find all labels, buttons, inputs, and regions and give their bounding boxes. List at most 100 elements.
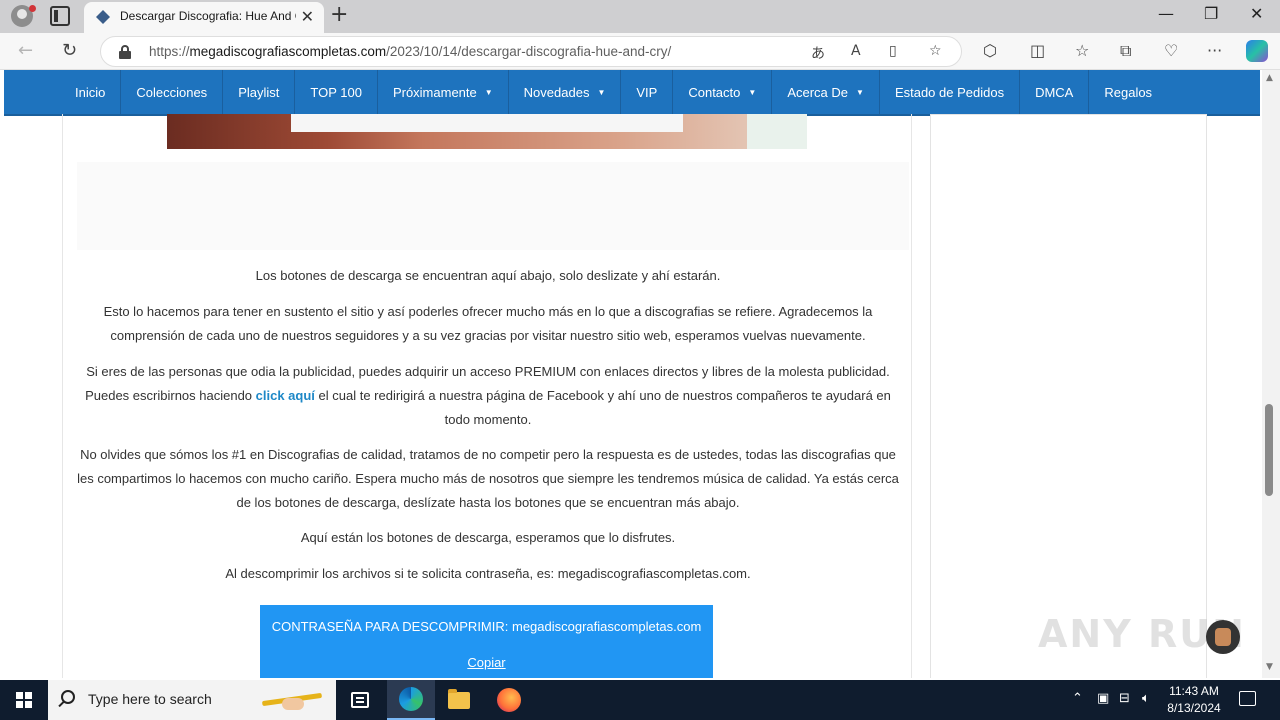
url-prefix: https:// xyxy=(149,44,190,59)
caret-down-icon: ▼ xyxy=(856,87,864,97)
nav-label: VIP xyxy=(636,84,658,100)
volume-icon[interactable]: 🔈︎ xyxy=(1142,691,1150,706)
nav-item-estado-pedidos[interactable]: Estado de Pedidos xyxy=(880,70,1021,114)
copilot-icon[interactable] xyxy=(1246,40,1268,62)
network-icon[interactable]: ⊟ xyxy=(1119,691,1130,706)
browser-tabstrip: Descargar Discografia: Hue And Cry ✕ + —… xyxy=(0,0,1280,33)
paragraph-premium: Si eres de las personas que odia la publ… xyxy=(73,360,903,432)
taskbar-edge[interactable] xyxy=(387,680,435,720)
start-windows-icon[interactable] xyxy=(16,692,32,708)
collections-icon[interactable]: ⧉ xyxy=(1120,41,1131,61)
scroll-down-icon[interactable]: ▼ xyxy=(1266,662,1273,672)
paragraph-download-here: Aquí están los botones de descarga, espe… xyxy=(300,530,676,545)
favorites-icon[interactable]: ☆ xyxy=(1075,41,1089,60)
page-scrollbar[interactable]: ▲ ▼ xyxy=(1262,70,1280,678)
nav-label: TOP 100 xyxy=(310,84,362,100)
profile-notification-dot xyxy=(29,5,36,12)
caret-down-icon: ▼ xyxy=(748,87,757,97)
url-text[interactable]: https://megadiscografiascompletas.com/20… xyxy=(149,44,671,59)
windows-taskbar: Type here to search ⌃ ▣ ⊟ 🔈︎ 11:43 AM 8/… xyxy=(0,680,1280,720)
paragraph-intro: Los botones de descarga se encuentran aq… xyxy=(255,268,721,283)
address-bar[interactable]: https://megadiscografiascompletas.com/20… xyxy=(100,36,962,67)
nav-item-regalos[interactable]: Regalos xyxy=(1089,70,1167,114)
lock-icon[interactable] xyxy=(119,45,131,59)
nav-label: Playlist xyxy=(238,84,280,100)
nav-item-dmca[interactable]: DMCA xyxy=(1020,70,1090,114)
caret-down-icon: ▼ xyxy=(484,87,493,97)
firefox-icon xyxy=(497,688,521,712)
browser-essentials-icon[interactable]: ♡ xyxy=(1164,41,1178,60)
search-icon xyxy=(61,690,75,704)
back-arrow-icon[interactable]: ← xyxy=(18,40,33,61)
reload-icon[interactable]: ↻ xyxy=(62,40,77,61)
nav-item-acerca-de[interactable]: Acerca De ▼ xyxy=(772,70,880,114)
cover-edge xyxy=(747,114,807,149)
nav-item-inicio[interactable]: Inicio xyxy=(60,70,122,114)
more-options-icon[interactable]: ··· xyxy=(1207,41,1222,60)
task-view-icon xyxy=(351,692,369,708)
click-here-link[interactable]: click aquí xyxy=(256,388,315,403)
new-tab-icon[interactable]: + xyxy=(330,2,348,27)
taskbar-search[interactable]: Type here to search xyxy=(48,680,336,720)
scroll-up-icon[interactable]: ▲ xyxy=(1266,73,1273,83)
copy-password-link[interactable]: Copiar xyxy=(260,655,713,670)
nav-item-contacto[interactable]: Contacto ▼ xyxy=(673,70,773,114)
url-host: megadiscografiascompletas.com xyxy=(189,44,387,59)
extensions-icon[interactable]: ⬡ xyxy=(983,41,997,60)
url-path: /2023/10/14/descargar-discografia-hue-an… xyxy=(386,44,672,59)
tab-close-icon[interactable]: ✕ xyxy=(301,7,314,26)
search-placeholder: Type here to search xyxy=(88,691,212,707)
sidebar-widget xyxy=(930,114,1207,678)
immersive-reader-icon[interactable]: ▯ xyxy=(889,43,897,59)
password-box: CONTRASEÑA PARA DESCOMPRIMIR: megadiscog… xyxy=(260,605,713,678)
nav-label: DMCA xyxy=(1035,84,1074,100)
favorite-star-icon[interactable]: ☆ xyxy=(929,43,942,59)
album-cover-image xyxy=(167,114,807,149)
translate-icon[interactable]: あ xyxy=(811,43,825,63)
cover-title-banner xyxy=(291,114,683,132)
split-screen-icon[interactable]: ◫ xyxy=(1030,41,1045,60)
tab-title: Descargar Discografia: Hue And Cry xyxy=(120,9,296,23)
tray-device-icon[interactable]: ▣ xyxy=(1097,691,1109,706)
scroll-thumb[interactable] xyxy=(1265,404,1273,496)
anyrun-badge-icon xyxy=(1206,620,1240,654)
tray-chevron-icon[interactable]: ⌃ xyxy=(1072,691,1083,706)
clock-time: 11:43 AM xyxy=(1169,684,1219,698)
nav-label: Contacto xyxy=(688,84,741,100)
window-close-icon[interactable]: ✕ xyxy=(1250,4,1263,23)
browser-toolbar: ← ↻ https://megadiscografiascompletas.co… xyxy=(0,33,1280,70)
read-aloud-icon[interactable]: A xyxy=(851,43,861,59)
page-viewport: Inicio Colecciones Playlist TOP 100 Próx… xyxy=(0,70,1262,678)
clock-date: 8/13/2024 xyxy=(1167,701,1221,715)
nav-item-colecciones[interactable]: Colecciones xyxy=(121,70,224,114)
minimize-icon[interactable]: — xyxy=(1158,4,1174,23)
task-view-button[interactable] xyxy=(336,680,384,720)
nav-label: Estado de Pedidos xyxy=(894,84,1005,100)
nav-item-vip[interactable]: VIP xyxy=(621,70,674,114)
search-highlight-icon xyxy=(258,688,328,712)
ad-placeholder xyxy=(77,162,909,250)
premium-text-end: el cual te redirigirá a nuestra página d… xyxy=(314,388,891,427)
nav-item-novedades[interactable]: Novedades ▼ xyxy=(509,70,622,114)
nav-item-top100[interactable]: TOP 100 xyxy=(295,70,378,114)
tab-actions-icon[interactable] xyxy=(50,6,70,26)
paragraph-support: Esto lo hacemos para tener en sustento e… xyxy=(103,304,873,343)
nav-label: Colecciones xyxy=(136,84,208,100)
site-navigation: Inicio Colecciones Playlist TOP 100 Próx… xyxy=(4,70,1260,114)
article-content: Los botones de descarga se encuentran aq… xyxy=(62,114,912,678)
notifications-icon[interactable] xyxy=(1239,691,1256,706)
folder-icon xyxy=(448,688,470,709)
taskbar-clock[interactable]: 11:43 AM 8/13/2024 xyxy=(1160,683,1228,717)
taskbar-file-explorer[interactable] xyxy=(435,680,483,720)
paragraph-password-info: Al descomprimir los archivos si te solic… xyxy=(225,566,751,581)
nav-item-proximamente[interactable]: Próximamente ▼ xyxy=(378,70,509,114)
nav-label: Próximamente xyxy=(392,84,477,100)
nav-label: Acerca De xyxy=(787,84,849,100)
taskbar-firefox[interactable] xyxy=(485,680,533,720)
restore-icon[interactable]: ❐ xyxy=(1204,4,1218,23)
nav-label: Novedades xyxy=(523,84,590,100)
browser-tab-active[interactable]: Descargar Discografia: Hue And Cry ✕ xyxy=(84,2,324,33)
nav-item-playlist[interactable]: Playlist xyxy=(223,70,296,114)
nav-label: Regalos xyxy=(1104,84,1153,100)
nav-label: Inicio xyxy=(75,84,106,100)
